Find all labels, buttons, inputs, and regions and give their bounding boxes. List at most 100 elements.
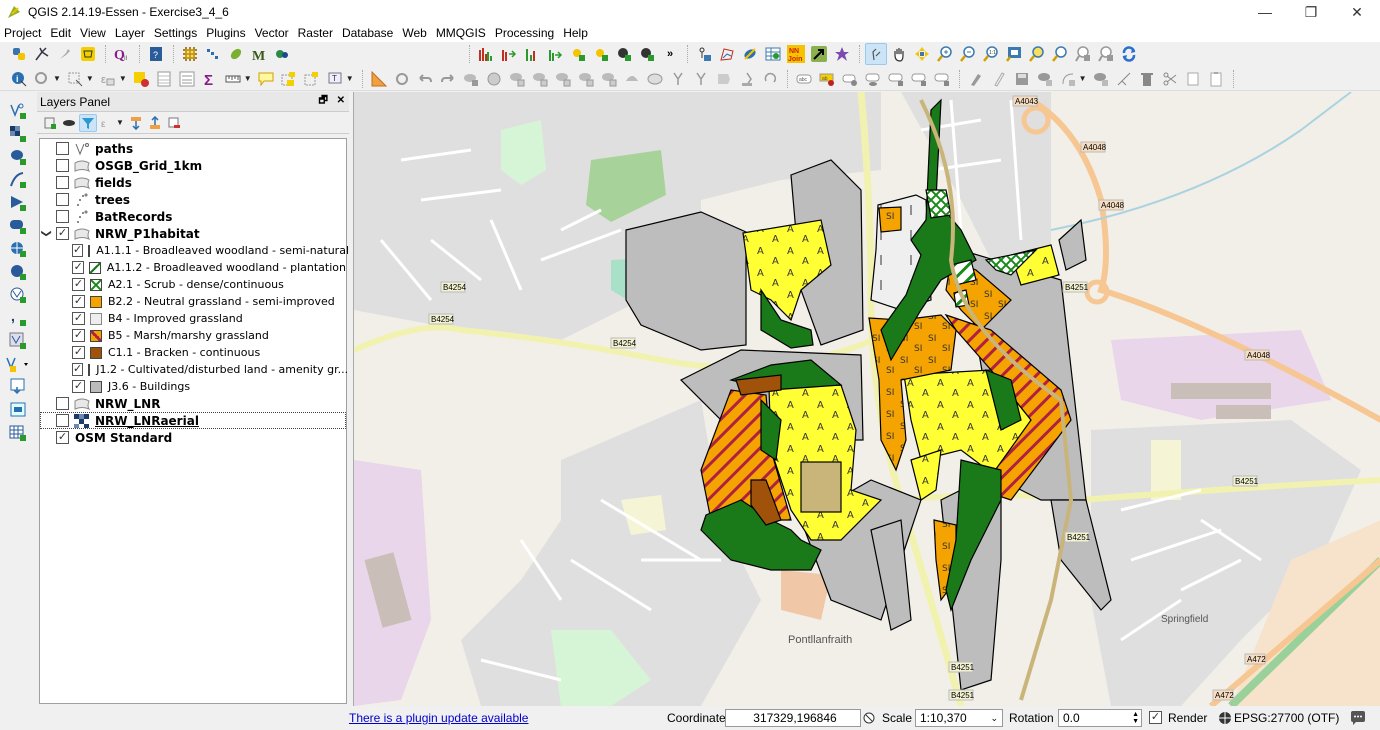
menu-project[interactable]: Project <box>4 26 41 40</box>
legend-class-a111[interactable]: A1.1.1 - Broadleaved woodland - semi-nat… <box>40 242 349 259</box>
layer-visibility-checkbox[interactable] <box>56 210 69 223</box>
legend-class-b22[interactable]: B2.2 - Neutral grassland - semi-improved <box>40 293 346 310</box>
plugin-tool-icon[interactable] <box>54 43 76 65</box>
legend-class-b5[interactable]: B5 - Marsh/marshy grassland <box>40 327 346 344</box>
python-console-icon[interactable] <box>8 43 30 65</box>
leaf-plugin-icon[interactable] <box>225 43 247 65</box>
new-memory-layer-icon[interactable] <box>7 422 29 444</box>
close-panel-button[interactable]: ✕ <box>337 95 345 106</box>
star-plugin-icon[interactable] <box>831 43 853 65</box>
toolbar-overflow-button[interactable]: » <box>659 43 681 65</box>
layer-visibility-checkbox[interactable] <box>56 159 69 172</box>
rotate-feature-icon[interactable] <box>391 68 413 90</box>
snapping-ruler-icon[interactable] <box>368 68 390 90</box>
legend-class-a21[interactable]: A2.1 - Scrub - dense/continuous <box>40 276 346 293</box>
legend-class-a112[interactable]: A1.1.2 - Broadleaved woodland - plantati… <box>40 259 346 276</box>
layer-styling-icon[interactable] <box>41 114 59 132</box>
class-visibility-checkbox[interactable] <box>72 261 85 274</box>
remove-layer-icon[interactable] <box>165 114 183 132</box>
layer-item-paths[interactable]: paths <box>40 140 346 157</box>
dropdown-arrow-icon[interactable]: ▼ <box>346 74 354 83</box>
add-wcs-layer-icon[interactable] <box>7 261 29 283</box>
label-move-icon[interactable] <box>885 68 907 90</box>
layer-visibility-checkbox[interactable] <box>56 414 69 427</box>
label-change-icon[interactable] <box>931 68 953 90</box>
menu-edit[interactable]: Edit <box>50 26 71 40</box>
collapse-chevron-icon[interactable]: ❯ <box>41 229 52 237</box>
brightness-up-icon[interactable] <box>567 43 589 65</box>
select-by-expression-icon[interactable]: ε <box>97 68 119 90</box>
menu-layer[interactable]: Layer <box>115 26 145 40</box>
attribute-table-icon[interactable] <box>153 68 175 90</box>
identify-icon[interactable]: i <box>8 68 30 90</box>
toggle-editing-icon[interactable] <box>988 68 1010 90</box>
zoom-to-selection-icon[interactable] <box>1026 43 1048 65</box>
merge-features-icon[interactable] <box>690 68 712 90</box>
merge-attributes-icon[interactable] <box>713 68 735 90</box>
reshape-icon[interactable] <box>575 68 597 90</box>
filter-expression-icon[interactable]: ε <box>98 114 116 132</box>
measure-icon[interactable] <box>222 68 244 90</box>
brightness-down-icon[interactable] <box>590 43 612 65</box>
legend-class-c11[interactable]: C1.1 - Bracken - continuous <box>40 344 346 361</box>
digitize-icon[interactable] <box>693 43 715 65</box>
layer-visibility-checkbox[interactable] <box>56 397 69 410</box>
shapefile-plugin-icon[interactable] <box>77 43 99 65</box>
class-visibility-checkbox[interactable] <box>72 295 85 308</box>
delete-selected-icon[interactable] <box>1136 68 1158 90</box>
node-edit-icon[interactable] <box>1113 68 1135 90</box>
layer-item-fields[interactable]: fields <box>40 174 346 191</box>
class-visibility-checkbox[interactable] <box>72 363 84 376</box>
refresh-icon[interactable] <box>1118 43 1140 65</box>
add-oracle-layer-icon[interactable] <box>7 215 29 237</box>
add-spatialite-layer-icon[interactable] <box>7 169 29 191</box>
add-virtual-layer-icon[interactable] <box>7 330 29 352</box>
close-button[interactable]: ✕ <box>1334 0 1380 24</box>
globe-crs-icon[interactable] <box>1218 711 1232 728</box>
add-wfs-layer-icon[interactable] <box>7 284 29 306</box>
layer-item-osm-standard[interactable]: OSM Standard <box>40 429 346 446</box>
split-features-icon[interactable] <box>644 68 666 90</box>
layer-visibility-checkbox[interactable] <box>56 142 69 155</box>
show-bookmarks-icon[interactable] <box>301 68 323 90</box>
menu-plugins[interactable]: Plugins <box>206 26 245 40</box>
class-visibility-checkbox[interactable] <box>72 312 85 325</box>
statistics-sigma-icon[interactable]: Σ <box>199 68 221 90</box>
legend-class-b4[interactable]: B4 - Improved grassland <box>40 310 346 327</box>
delete-part-icon[interactable] <box>552 68 574 90</box>
coordinate-field[interactable]: 317329,196846 <box>725 709 861 727</box>
menu-mmqgis[interactable]: MMQGIS <box>436 26 486 40</box>
class-visibility-checkbox[interactable] <box>72 346 85 359</box>
nnjoin-icon[interactable]: NN Join <box>785 43 807 65</box>
label-highlight-icon[interactable] <box>839 68 861 90</box>
menu-view[interactable]: View <box>80 26 106 40</box>
add-wfs-download-icon[interactable] <box>7 376 29 398</box>
cut-features-icon[interactable] <box>1159 68 1181 90</box>
class-visibility-checkbox[interactable] <box>72 329 85 342</box>
pan-hand-icon[interactable] <box>888 43 910 65</box>
menu-web[interactable]: Web <box>402 26 426 40</box>
class-visibility-checkbox[interactable] <box>72 278 85 291</box>
paste-features-icon[interactable] <box>1205 68 1227 90</box>
add-feature-icon[interactable] <box>1034 68 1056 90</box>
fill-ring-icon[interactable] <box>506 68 528 90</box>
menu-settings[interactable]: Settings <box>154 26 197 40</box>
menu-vector[interactable]: Vector <box>255 26 289 40</box>
layer-visibility-checkbox[interactable] <box>56 176 69 189</box>
legend-class-j12[interactable]: J1.2 - Cultivated/disturbed land - ameni… <box>40 361 348 378</box>
offset-curve-icon[interactable] <box>598 68 620 90</box>
layer-item-batrecords[interactable]: BatRecords <box>40 208 346 225</box>
label-rotate-icon[interactable] <box>908 68 930 90</box>
layer-item-nrw-p1habitat[interactable]: ❯ NRW_P1habitat <box>40 225 346 242</box>
dropdown-arrow-icon[interactable]: ▼ <box>1079 74 1087 83</box>
arrow-plugin-icon[interactable] <box>808 43 830 65</box>
undo-icon[interactable] <box>414 68 436 90</box>
save-edits-icon[interactable] <box>1011 68 1033 90</box>
field-calculator-icon[interactable] <box>176 68 198 90</box>
add-delimited-text-icon[interactable]: , <box>7 307 29 329</box>
delete-ring-icon[interactable] <box>529 68 551 90</box>
layer-item-nrw-lnraerial[interactable]: NRW_LNRaerial <box>40 412 346 429</box>
zoom-full-icon[interactable] <box>1003 43 1025 65</box>
new-shapefile-icon[interactable] <box>3 353 33 375</box>
dropdown-arrow-icon[interactable]: ▼ <box>86 74 94 83</box>
